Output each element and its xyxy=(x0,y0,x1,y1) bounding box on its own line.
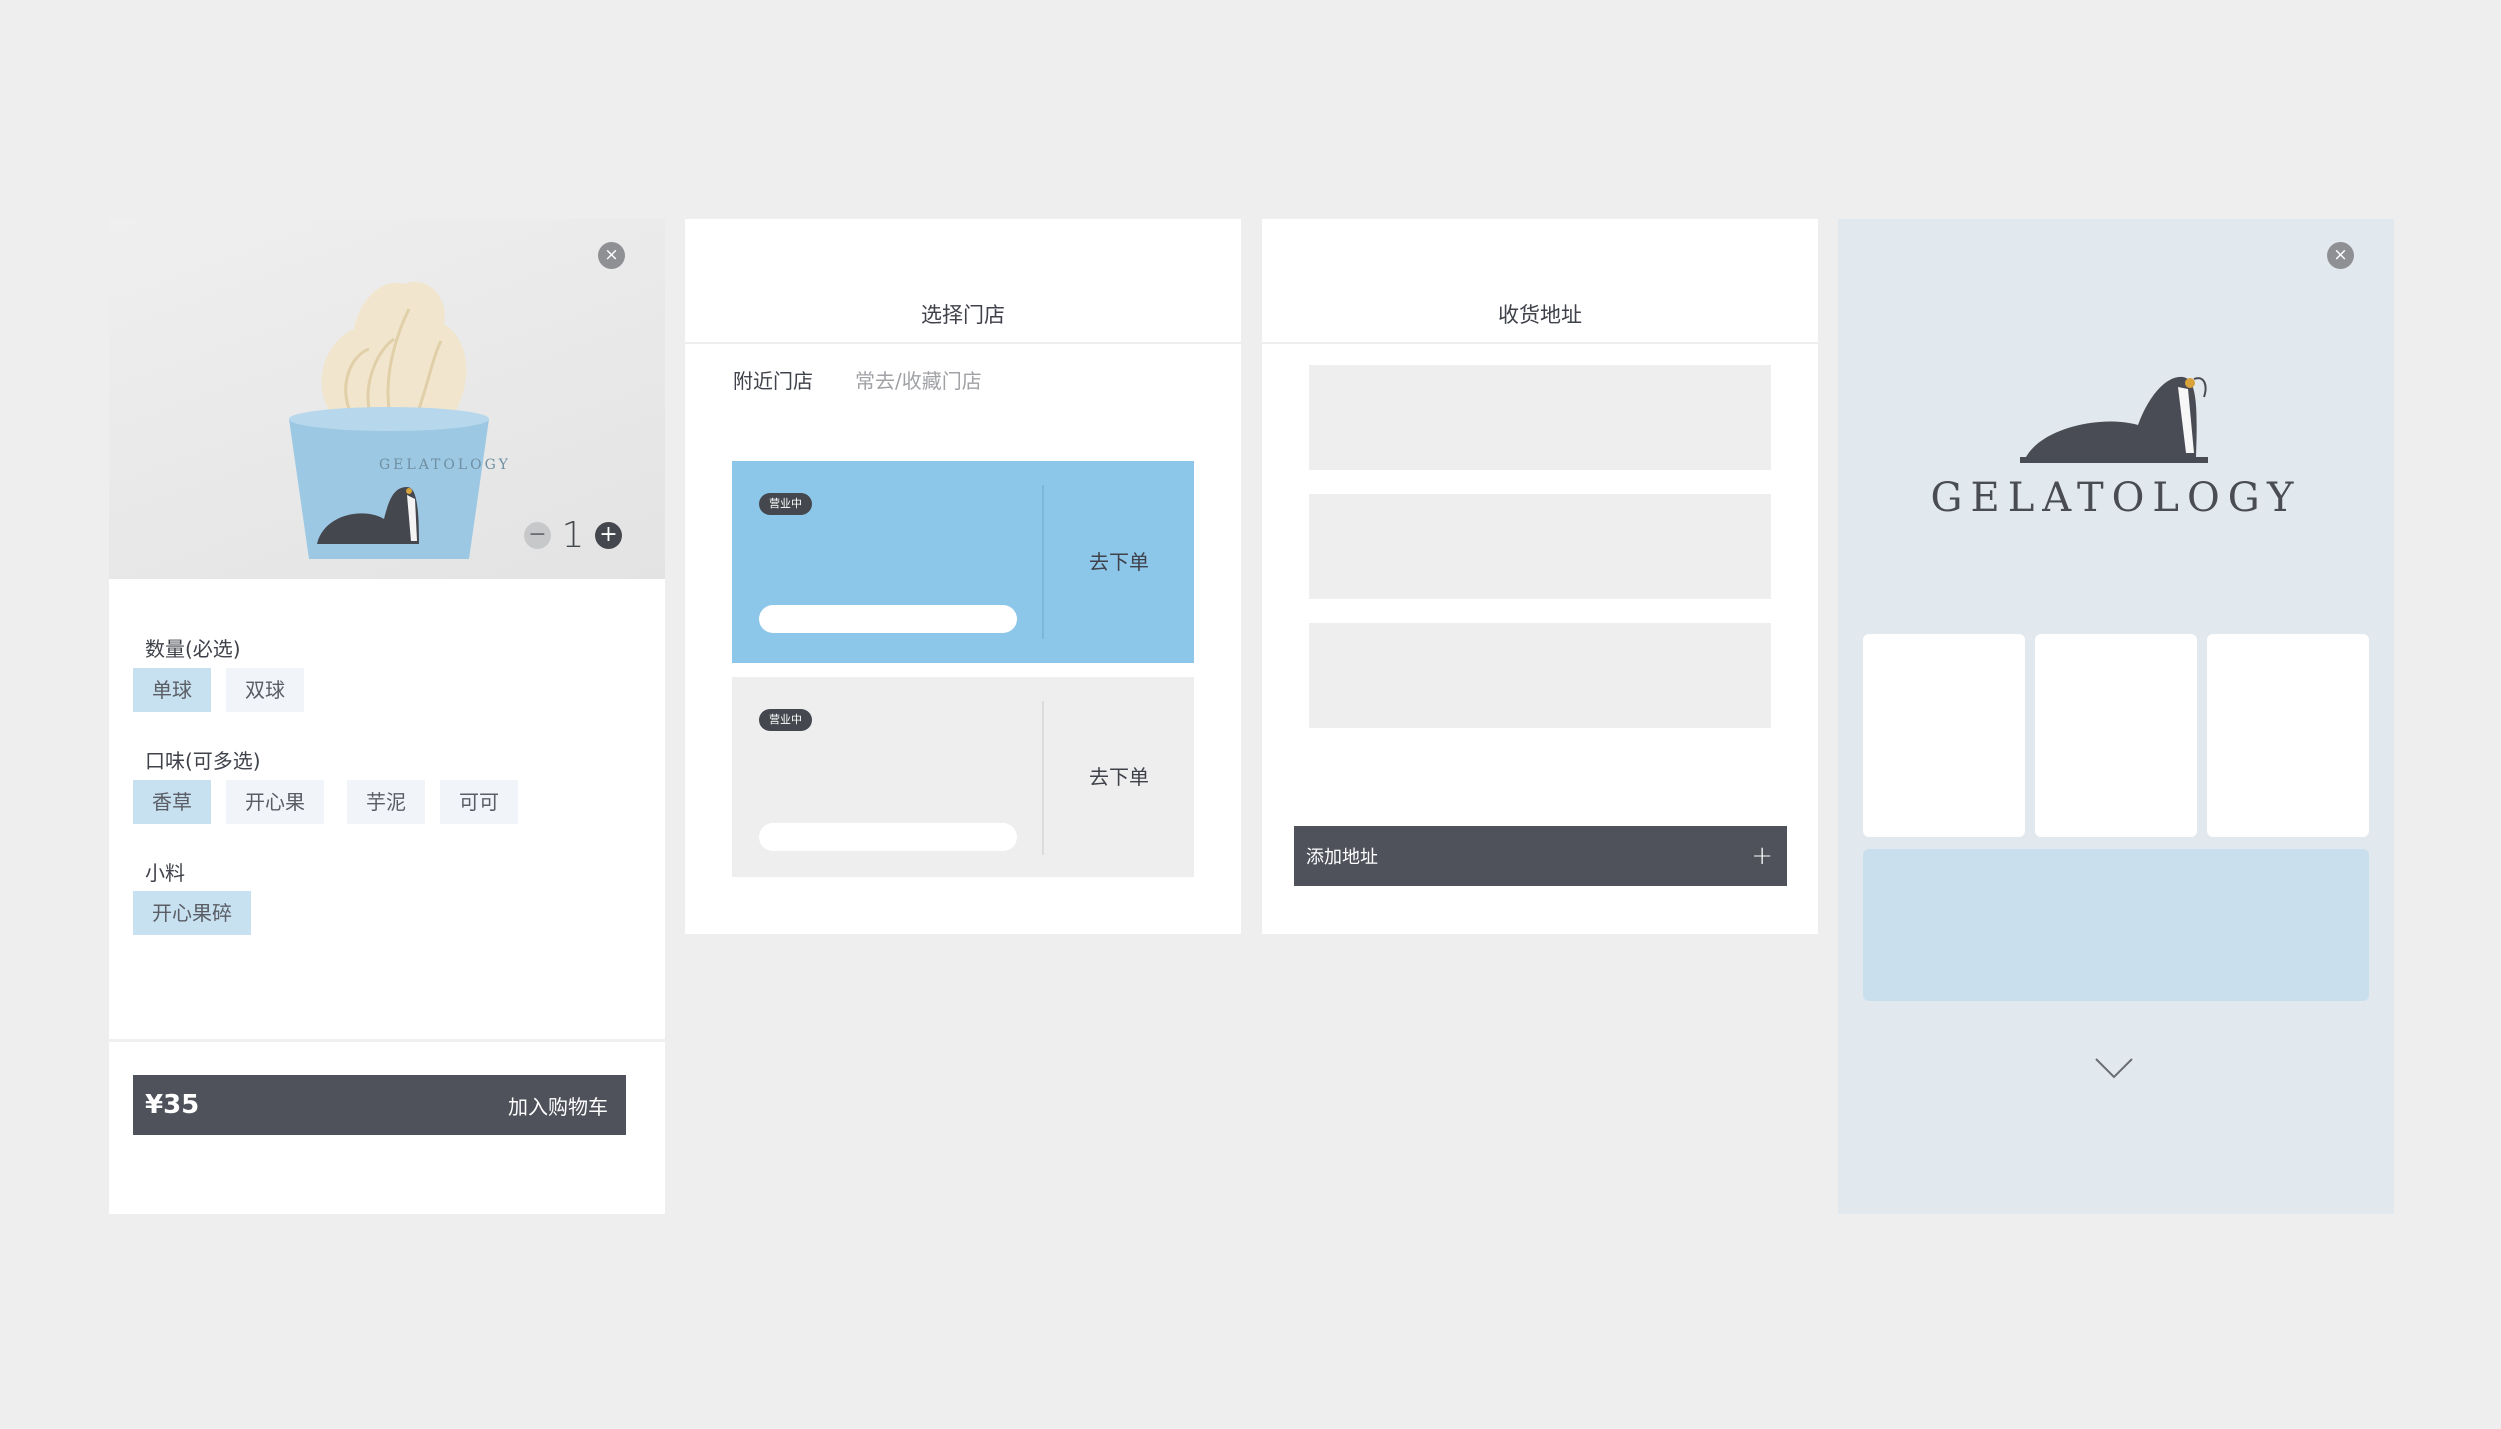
store-info-placeholder xyxy=(759,823,1017,851)
cup-brand-text: GELATOLOGY xyxy=(379,457,509,473)
tab-favorite-stores[interactable]: 常去/收藏门店 xyxy=(855,365,982,394)
brand-logo-text: GELATOLOGY xyxy=(1930,475,2302,521)
store-card[interactable]: 营业中 去下单 xyxy=(732,461,1194,663)
option-pistachio[interactable]: 开心果 xyxy=(226,780,324,824)
page-title: 收货地址 xyxy=(1498,303,1582,327)
option-vanilla[interactable]: 香草 xyxy=(133,780,211,824)
divider xyxy=(685,342,1241,344)
add-to-cart-bar[interactable]: ¥35 加入购物车 xyxy=(133,1075,626,1135)
home-panel: × GELATOLOGY xyxy=(1838,219,2394,1214)
store-card[interactable]: 营业中 去下单 xyxy=(732,677,1194,877)
product-image: GELATOLOGY × − 1 + xyxy=(109,219,665,579)
section-label-quantity: 数量(必选) xyxy=(145,637,241,661)
gelato-cup-image: GELATOLOGY xyxy=(289,281,509,559)
add-address-label: 添加地址 xyxy=(1306,847,1378,868)
chevron-down-icon[interactable] xyxy=(2094,1057,2134,1079)
status-badge: 营业中 xyxy=(759,493,812,515)
price: ¥35 xyxy=(145,1090,200,1120)
address-panel: 收货地址 添加地址 + xyxy=(1262,219,1818,934)
close-icon[interactable]: × xyxy=(2327,242,2354,269)
menu-tile[interactable] xyxy=(2207,634,2369,837)
option-double-scoop[interactable]: 双球 xyxy=(226,668,304,712)
add-to-cart-button[interactable]: 加入购物车 xyxy=(508,1091,608,1120)
plus-icon: + xyxy=(1751,841,1773,871)
product-detail-panel: GELATOLOGY × − 1 + 数量(必选) 单球 双球 口味(可多选) … xyxy=(109,219,665,1214)
menu-tile[interactable] xyxy=(2035,634,2197,837)
option-cocoa[interactable]: 可可 xyxy=(440,780,518,824)
section-label-toppings: 小料 xyxy=(145,861,185,885)
option-taro[interactable]: 芋泥 xyxy=(347,780,425,824)
order-button[interactable]: 去下单 xyxy=(1044,677,1194,877)
divider xyxy=(109,1039,665,1042)
menu-tile[interactable] xyxy=(1863,634,2025,837)
address-item[interactable] xyxy=(1309,365,1771,470)
option-single-scoop[interactable]: 单球 xyxy=(133,668,211,712)
quantity-stepper: − 1 + xyxy=(524,514,622,556)
promo-banner[interactable] xyxy=(1863,849,2369,1001)
store-info-placeholder xyxy=(759,605,1017,633)
add-address-button[interactable]: 添加地址 + xyxy=(1294,826,1787,886)
status-badge: 营业中 xyxy=(759,709,812,731)
close-icon[interactable]: × xyxy=(598,242,625,269)
minus-icon[interactable]: − xyxy=(524,521,551,549)
option-pistachio-crumbs[interactable]: 开心果碎 xyxy=(133,891,251,935)
quantity-value: 1 xyxy=(561,514,585,556)
section-label-flavor: 口味(可多选) xyxy=(145,749,261,773)
order-button[interactable]: 去下单 xyxy=(1044,461,1194,663)
address-item[interactable] xyxy=(1309,494,1771,599)
divider xyxy=(1262,342,1818,344)
tab-nearby-stores[interactable]: 附近门店 xyxy=(733,365,813,394)
store-select-panel: 选择门店 附近门店 常去/收藏门店 营业中 去下单 营业中 去下单 xyxy=(685,219,1241,934)
page-title: 选择门店 xyxy=(921,303,1005,327)
address-item[interactable] xyxy=(1309,623,1771,728)
seal-logo-icon xyxy=(2020,376,2208,463)
plus-icon[interactable]: + xyxy=(595,521,622,549)
